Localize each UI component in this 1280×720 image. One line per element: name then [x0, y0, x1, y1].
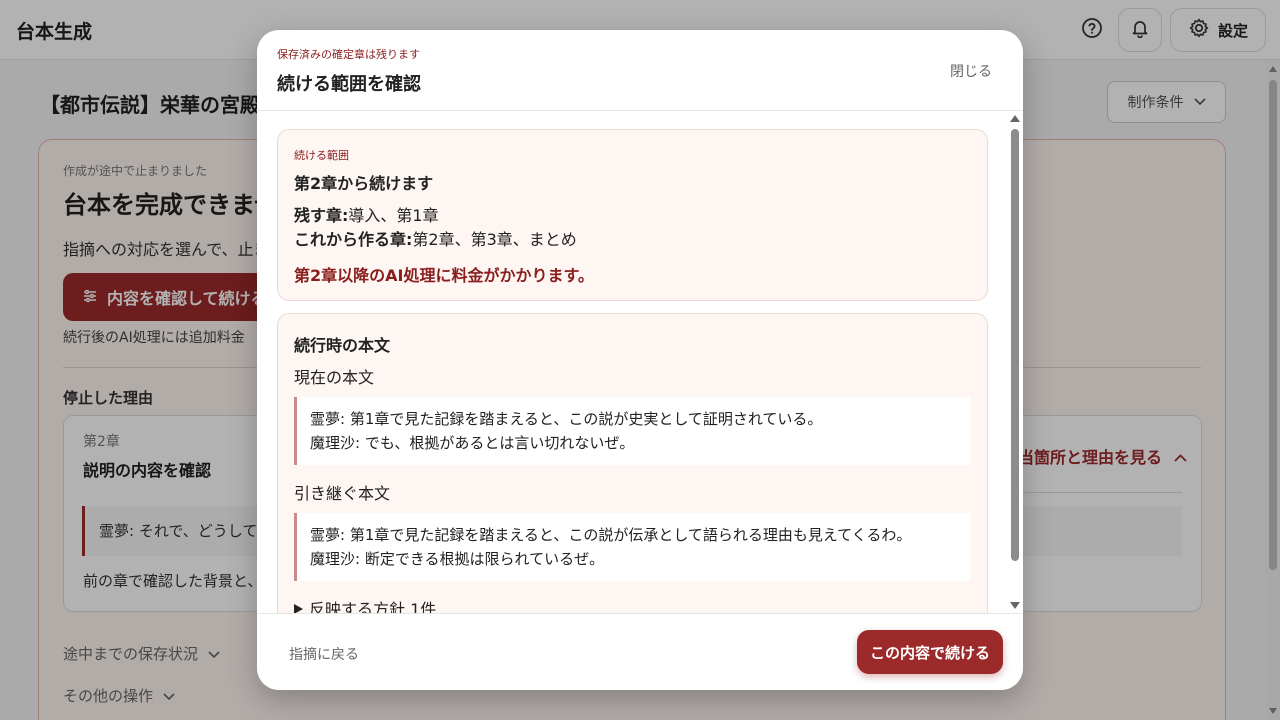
range-kicker: 続ける範囲 — [294, 149, 349, 162]
quote-line: 魔理沙: でも、根拠があるとは言い切れないぜ。 — [310, 434, 635, 452]
make-chapters: これから作る章:第2章、第3章、まとめ — [294, 226, 577, 250]
close-button[interactable]: 閉じる — [950, 61, 992, 81]
continue-range-modal: 保存済みの確定章は残ります 続ける範囲を確認 閉じる 続ける範囲 第2章から続け… — [257, 30, 1023, 690]
fee-warning: 第2章以降のAI処理に料金がかかります。 — [294, 266, 594, 285]
scroll-up-arrow-icon[interactable] — [1010, 115, 1020, 122]
range-title: 第2章から続けます — [294, 174, 434, 193]
range-card: 続ける範囲 第2章から続けます 残す章:導入、第1章 これから作る章:第2章、第… — [277, 129, 988, 301]
current-text-quote: 霊夢: 第1章で見た記録を踏まえると、この説が史実として証明されている。 魔理沙… — [294, 397, 970, 465]
policy-disclosure[interactable]: 反映する方針 1件 — [294, 596, 436, 613]
scroll-down-arrow-icon[interactable] — [1010, 602, 1020, 609]
scroll-thumb[interactable] — [1011, 129, 1019, 561]
keep-chapters-label: 残す章: — [294, 206, 349, 225]
quote-line: 霊夢: 第1章で見た記録を踏まえると、この説が伝承として語られる理由も見えてくる… — [310, 526, 912, 544]
modal-title: 続ける範囲を確認 — [277, 74, 421, 95]
continue-button[interactable]: この内容で続ける — [857, 630, 1003, 674]
policy-label: 反映する方針 1件 — [309, 600, 437, 613]
quote-line: 魔理沙: 断定できる根拠は限られているぜ。 — [310, 550, 605, 568]
modal-footer: 指摘に戻る この内容で続ける — [257, 613, 1023, 690]
modal-kicker: 保存済みの確定章は残ります — [277, 48, 420, 61]
modal-scrollbar[interactable] — [1010, 115, 1020, 609]
modal-header: 保存済みの確定章は残ります 続ける範囲を確認 閉じる — [257, 30, 1023, 111]
inherit-text-quote: 霊夢: 第1章で見た記録を踏まえると、この説が伝承として語られる理由も見えてくる… — [294, 513, 970, 581]
current-text-label: 現在の本文 — [294, 368, 375, 387]
inherit-text-label: 引き継ぐ本文 — [294, 484, 391, 503]
keep-chapters: 残す章:導入、第1章 — [294, 202, 439, 226]
modal-body: 続ける範囲 第2章から続けます 残す章:導入、第1章 これから作る章:第2章、第… — [257, 111, 1023, 613]
back-to-review-link[interactable]: 指摘に戻る — [289, 644, 359, 664]
triangle-right-icon — [294, 599, 303, 613]
continued-text-card: 続行時の本文 現在の本文 霊夢: 第1章で見た記録を踏まえると、この説が史実とし… — [277, 313, 988, 613]
quote-line: 霊夢: 第1章で見た記録を踏まえると、この説が史実として証明されている。 — [310, 410, 823, 428]
text-card-title: 続行時の本文 — [294, 336, 391, 355]
make-chapters-label: これから作る章: — [294, 230, 413, 249]
make-chapters-value: 第2章、第3章、まとめ — [412, 230, 577, 249]
keep-chapters-value: 導入、第1章 — [348, 206, 439, 225]
